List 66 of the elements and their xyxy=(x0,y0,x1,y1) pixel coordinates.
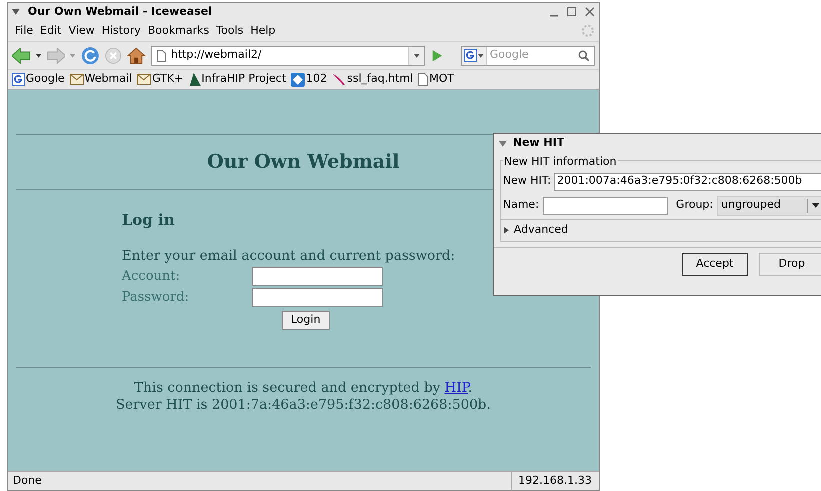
menu-item[interactable]: Edit xyxy=(37,22,65,40)
menu-item[interactable]: History xyxy=(98,22,144,40)
password-label: Password: xyxy=(122,288,190,306)
search-icon[interactable] xyxy=(578,50,590,62)
envelope-icon xyxy=(70,74,84,85)
search-field[interactable]: Google xyxy=(461,46,596,66)
menu-item[interactable]: Help xyxy=(248,22,279,40)
password-field[interactable] xyxy=(252,288,383,307)
status-address: 192.168.1.33 xyxy=(510,472,599,490)
home-icon[interactable] xyxy=(127,46,146,64)
account-label: Account: xyxy=(122,268,182,286)
bookmark-item[interactable]: InfraHIP Project xyxy=(188,71,286,88)
feather-icon xyxy=(332,73,346,86)
menu-item[interactable]: View xyxy=(66,22,98,40)
google-icon xyxy=(12,73,25,86)
bookmark-item[interactable]: GTK+ xyxy=(137,71,184,88)
page-icon xyxy=(418,73,428,86)
menu-item[interactable]: Tools xyxy=(213,22,247,40)
url-field[interactable]: http://webmail2/ xyxy=(150,46,426,66)
tree-icon xyxy=(188,73,201,86)
drop-button[interactable]: Drop xyxy=(759,252,821,276)
dropdown-caret-icon[interactable] xyxy=(414,54,420,58)
window-title: Our Own Webmail - Iceweasel xyxy=(28,4,212,20)
name-field[interactable] xyxy=(543,196,668,214)
login-button[interactable]: Login xyxy=(282,310,330,330)
go-icon[interactable] xyxy=(430,48,444,62)
page-heading: Our Own Webmail xyxy=(207,150,400,175)
menu-item[interactable]: File xyxy=(12,22,36,40)
bookmark-item[interactable]: Google xyxy=(12,71,65,88)
hip-link[interactable]: HIP xyxy=(444,380,468,396)
bookmark-item[interactable]: MOT xyxy=(418,71,454,88)
login-prompt: Enter your email account and current password: xyxy=(122,246,456,266)
google-icon xyxy=(464,49,478,62)
dialog-title: New HIT xyxy=(513,135,564,152)
bookmark-item[interactable]: Webmail xyxy=(70,71,132,88)
status-text: Done xyxy=(12,472,43,489)
bookmark-item[interactable]: ssl_faq.html xyxy=(332,71,414,88)
account-field[interactable] xyxy=(252,266,383,286)
hit-label: New HIT: xyxy=(503,173,552,190)
advanced-expander[interactable]: Advanced xyxy=(514,222,568,238)
search-input[interactable]: Google xyxy=(487,47,574,64)
dropdown-caret-icon[interactable] xyxy=(478,54,484,58)
collapsed-arrow-icon[interactable] xyxy=(504,226,509,234)
dropdown-caret-icon xyxy=(812,203,820,208)
envelope-icon xyxy=(137,74,152,85)
back-arrow-icon[interactable] xyxy=(12,48,31,64)
dropdown-caret-icon[interactable] xyxy=(36,54,42,58)
window-menu-icon[interactable] xyxy=(12,9,20,15)
group-dropdown[interactable]: ungrouped xyxy=(717,196,821,216)
menu-item[interactable]: Bookmarks xyxy=(144,22,212,40)
login-heading: Log in xyxy=(122,210,175,231)
close-icon[interactable] xyxy=(585,7,595,17)
footer-text: This connection is secured and encrypted by HIP. xyxy=(134,380,473,397)
reload-icon[interactable] xyxy=(81,46,100,66)
window-menu-icon[interactable] xyxy=(499,140,507,146)
bookmark-item[interactable]: 102 xyxy=(291,71,328,88)
maximize-icon[interactable] xyxy=(567,7,577,17)
group-label: Group: xyxy=(676,197,714,214)
puzzle-icon xyxy=(291,72,306,86)
server-hit-text: Server HIT is 2001:7a:46a3:e795:f32:c808:6268:500b. xyxy=(116,396,491,414)
page-icon xyxy=(156,50,166,62)
hit-field[interactable]: 2001:007a:46a3:e795:0f32:c808:6268:500b xyxy=(554,172,821,190)
url-text: http://webmail2/ xyxy=(170,47,263,64)
throbber-icon xyxy=(581,24,595,38)
name-label: Name: xyxy=(503,197,540,214)
accept-button[interactable]: Accept xyxy=(682,252,748,276)
